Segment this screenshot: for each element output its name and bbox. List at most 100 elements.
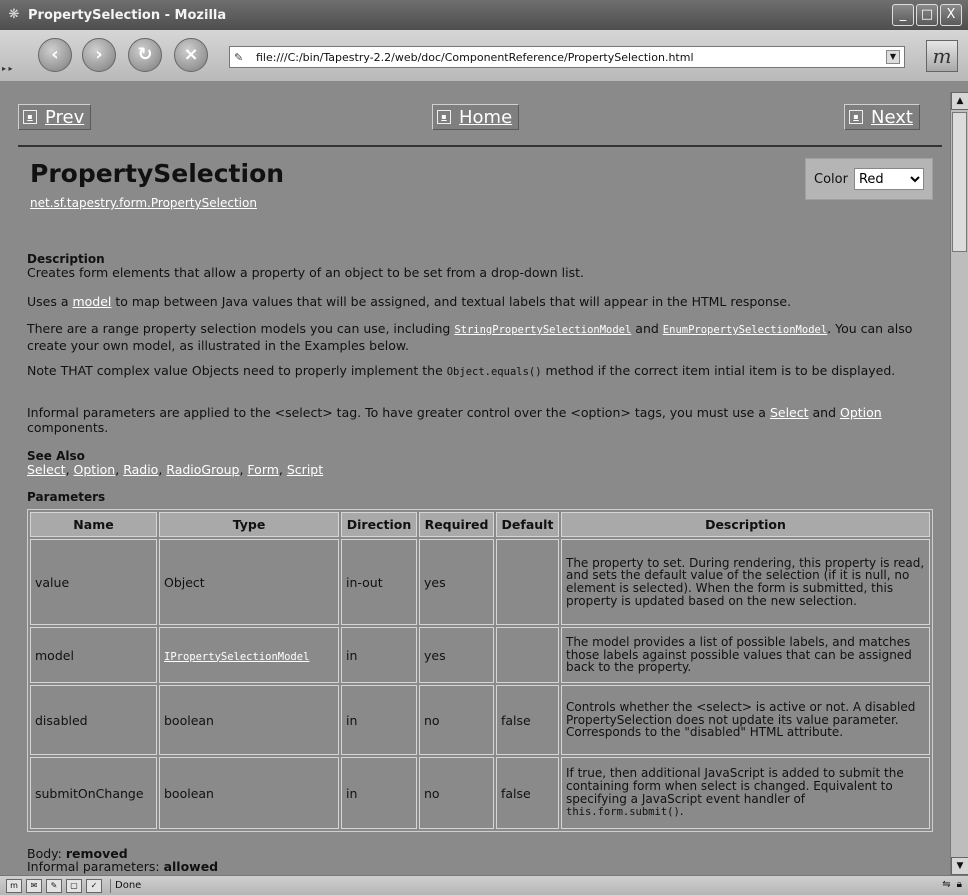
option-link[interactable]: Option: [840, 405, 882, 420]
scroll-down-icon[interactable]: ▼: [951, 857, 968, 875]
see-also-radio[interactable]: Radio: [123, 462, 158, 477]
param-name: value: [30, 539, 157, 625]
informal-label: Informal parameters:: [27, 859, 164, 874]
composer-icon[interactable]: ✎: [46, 878, 62, 893]
status-right: ⇋ 🔒︎: [942, 879, 962, 890]
doc-nav-bar: ▪ Prev ▪ Home ▪ Next: [18, 104, 942, 130]
description-para-equals: Note THAT complex value Objects need to …: [27, 363, 935, 380]
divider: [18, 145, 942, 147]
col-default: Default: [496, 512, 559, 537]
param-default: [496, 539, 559, 625]
status-text: Done: [115, 880, 142, 891]
mail-icon[interactable]: ✉: [26, 878, 42, 893]
address-book-icon[interactable]: ▢: [66, 878, 82, 893]
separator: [110, 878, 111, 893]
informal-info: Informal parameters: allowed: [27, 859, 935, 874]
vertical-scrollbar[interactable]: ▲ ▼: [950, 92, 968, 875]
text: method if the correct item intial item i…: [541, 363, 896, 378]
forward-button[interactable]: ›: [82, 38, 116, 72]
url-dropdown-icon[interactable]: ▼: [886, 50, 900, 64]
next-link[interactable]: ▪ Next: [844, 104, 920, 130]
param-required: no: [419, 757, 494, 829]
url-input[interactable]: [254, 49, 874, 65]
select-link[interactable]: Select: [770, 405, 809, 420]
col-description: Description: [561, 512, 930, 537]
param-description: Controls whether the <select> is active …: [561, 685, 930, 755]
text: Informal parameters are applied to the <…: [27, 405, 770, 420]
close-button[interactable]: X: [940, 4, 962, 26]
prev-link[interactable]: ▪ Prev: [18, 104, 92, 130]
param-direction: in-out: [341, 539, 417, 625]
next-bullet-icon: ▪: [849, 110, 863, 124]
table-row: value Object in-out yes The property to …: [30, 539, 930, 625]
page-title: PropertySelection: [30, 159, 285, 188]
param-description: The model provides a list of possible la…: [561, 627, 930, 683]
mozilla-app-icon: ❋: [8, 7, 20, 22]
security-lock-icon[interactable]: 🔒︎: [957, 879, 962, 890]
address-bar[interactable]: ✎ ▼: [229, 46, 905, 68]
text: There are a range property selection mod…: [27, 321, 455, 336]
param-direction: in: [341, 685, 417, 755]
param-type: Object: [159, 539, 339, 625]
online-icon[interactable]: ⇋: [942, 879, 950, 890]
toolbar-grippy-icon[interactable]: ▸ ▸: [2, 64, 13, 73]
see-also-form[interactable]: Form: [247, 462, 279, 477]
param-name: model: [30, 627, 157, 683]
param-type: boolean: [159, 757, 339, 829]
see-also-script[interactable]: Script: [287, 462, 323, 477]
param-type: boolean: [159, 685, 339, 755]
iproperty-selection-model-link[interactable]: IPropertySelectionModel: [164, 651, 309, 663]
param-direction: in: [341, 627, 417, 683]
param-direction: in: [341, 757, 417, 829]
class-name-link[interactable]: net.sf.tapestry.form.PropertySelection: [30, 196, 257, 210]
informal-value: allowed: [163, 859, 219, 874]
minimize-button[interactable]: _: [892, 4, 914, 26]
param-description: The property to set. During rendering, t…: [561, 539, 930, 625]
navigation-toolbar: ‹ › ↻ × ✎ ▼ m ▸ ▸: [0, 30, 968, 82]
mozilla-logo-icon[interactable]: m: [926, 40, 958, 72]
home-bullet-icon: ▪: [437, 110, 451, 124]
description-para-informal: Informal parameters are applied to the <…: [27, 405, 935, 435]
param-required: no: [419, 685, 494, 755]
page-icon: ✎: [234, 50, 244, 64]
see-also-select[interactable]: Select: [27, 462, 66, 477]
see-also-links: Select, Option, Radio, RadioGroup, Form,…: [27, 462, 324, 477]
text: If true, then additional JavaScript is a…: [566, 766, 904, 806]
col-direction: Direction: [341, 512, 417, 537]
text: and: [808, 405, 840, 420]
window-controls: _ □ X: [892, 4, 962, 26]
table-header-row: Name Type Direction Required Default Des…: [30, 512, 930, 537]
see-also-radiogroup[interactable]: RadioGroup: [166, 462, 239, 477]
prev-bullet-icon: ▪: [23, 110, 37, 124]
home-label: Home: [459, 106, 513, 128]
status-bar: m ✉ ✎ ▢ ✓ Done ⇋ 🔒︎: [0, 875, 968, 895]
maximize-button[interactable]: □: [916, 4, 938, 26]
parameters-table: Name Type Direction Required Default Des…: [27, 509, 933, 832]
navigator-icon[interactable]: m: [6, 878, 22, 893]
scroll-up-icon[interactable]: ▲: [951, 92, 968, 110]
string-model-link[interactable]: StringPropertySelectionModel: [454, 324, 631, 336]
scroll-thumb[interactable]: [952, 112, 967, 252]
see-also-heading: See Also: [27, 449, 85, 463]
reload-button[interactable]: ↻: [128, 38, 162, 72]
home-link[interactable]: ▪ Home: [432, 104, 520, 130]
text: Uses a: [27, 294, 73, 309]
color-selector: Color Red: [805, 158, 933, 200]
model-link[interactable]: model: [72, 294, 111, 309]
back-button[interactable]: ‹: [38, 38, 72, 72]
page-content: ▪ Prev ▪ Home ▪ Next PropertySelection net.…: [0, 92, 950, 875]
description-para-models: There are a range property selection mod…: [27, 321, 935, 353]
param-required: yes: [419, 627, 494, 683]
text: .: [679, 804, 684, 819]
see-also-option[interactable]: Option: [74, 462, 116, 477]
table-row: model IPropertySelectionModel in yes The…: [30, 627, 930, 683]
color-select[interactable]: Red: [853, 168, 924, 190]
description-heading: Description: [27, 252, 105, 266]
enum-model-link[interactable]: EnumPropertySelectionModel: [663, 324, 827, 336]
chatzilla-icon[interactable]: ✓: [86, 878, 102, 893]
stop-button[interactable]: ×: [174, 38, 208, 72]
col-name: Name: [30, 512, 157, 537]
description-para-model: Uses a model to map between Java values …: [27, 294, 935, 309]
param-name: disabled: [30, 685, 157, 755]
param-required: yes: [419, 539, 494, 625]
